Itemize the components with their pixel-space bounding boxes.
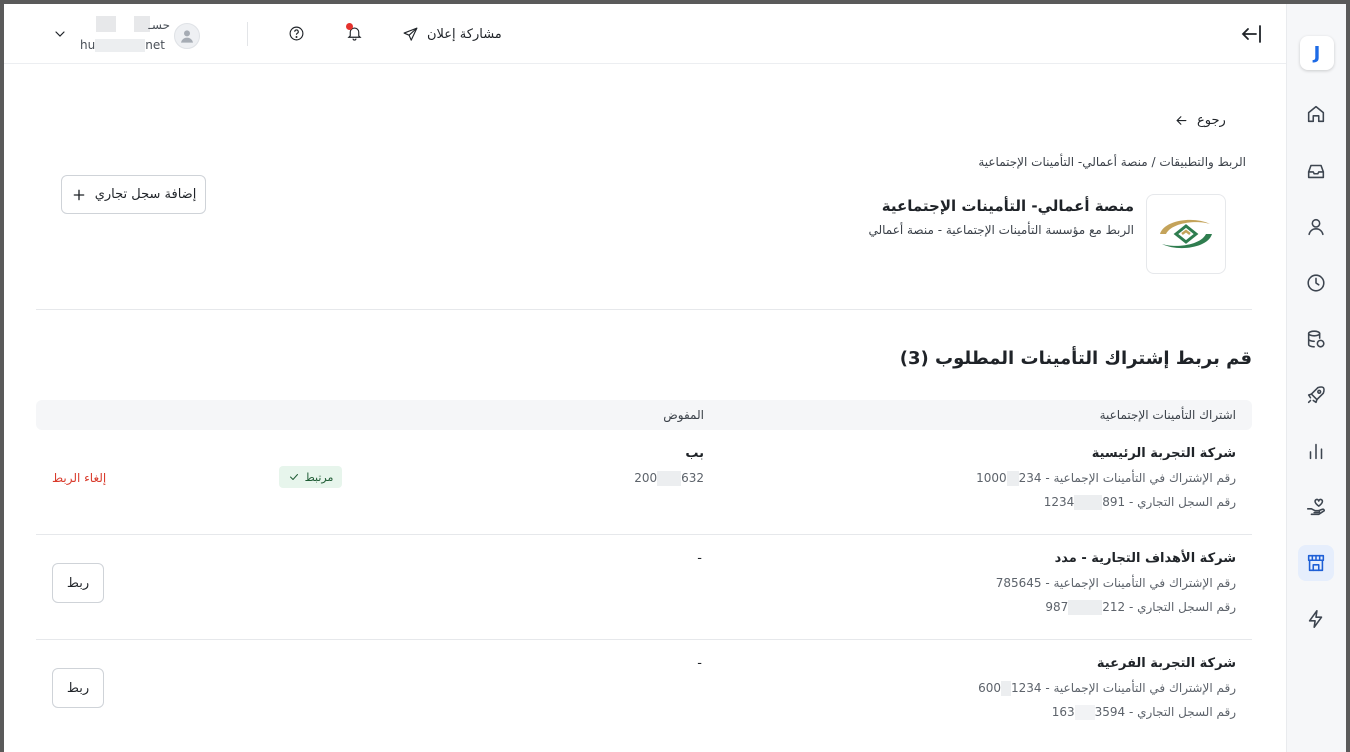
share-ad-button[interactable]: مشاركة إعلان: [402, 23, 502, 45]
table-row: شركة الأهداف التجارية - مدد رقم الإشتراك…: [36, 535, 1252, 639]
insurance-number-start: 600: [978, 681, 1001, 695]
send-icon: [403, 27, 418, 41]
clock-icon[interactable]: [1298, 265, 1334, 301]
redacted-block: [95, 39, 146, 52]
authorized-empty: -: [697, 656, 702, 671]
user-name: حسـ: [148, 18, 170, 32]
section-divider: [36, 309, 1252, 310]
insurance-number: 785645: [995, 576, 1042, 590]
authorized-empty: -: [697, 551, 702, 566]
cr-number-line: رقم السجل التجاري - 1234 891: [1044, 495, 1236, 510]
column-header-authorized: المفوض: [663, 408, 704, 422]
notification-dot: [346, 23, 353, 30]
status-label: مرتبط: [304, 470, 334, 484]
insurance-label: رقم الإشتراك في التأمينات الإجماعية -: [1041, 681, 1236, 695]
share-ad-label: مشاركة إعلان: [427, 26, 502, 42]
insurance-number-end: 234: [1018, 471, 1042, 485]
insurance-number-line: رقم الإشتراك في التأمينات الإجماعية - 78…: [996, 576, 1236, 590]
cr-number-start: 1234: [1043, 495, 1075, 509]
page-title: منصة أعمالي- التأمينات الإجتماعية: [881, 197, 1134, 215]
insurance-number-line: رقم الإشتراك في التأمينات الإجماعية - 10…: [976, 471, 1236, 486]
cr-label: رقم السجل التجاري -: [1125, 705, 1236, 719]
redacted-block: [1006, 471, 1019, 486]
status-badge: مرتبط: [279, 466, 342, 488]
add-commercial-record-button[interactable]: إضافة سجل تجاري: [61, 175, 206, 214]
cr-label: رقم السجل التجاري -: [1125, 600, 1236, 614]
insurance-number-line: رقم الإشتراك في التأمينات الإجماعية - 60…: [978, 681, 1236, 696]
gosi-logo-icon: [1146, 194, 1226, 274]
cr-number-start: 987: [1045, 600, 1069, 614]
user-icon[interactable]: [1298, 209, 1334, 245]
top-header: مشاركة إعلان حسـ hu net: [4, 4, 1286, 64]
user-menu[interactable]: حسـ hu net: [80, 16, 170, 56]
app-window: J مشاركة إعلان حسـ hu net رجوع الربط وال…: [4, 4, 1346, 752]
app-logo[interactable]: J: [1300, 36, 1334, 70]
help-icon[interactable]: [288, 25, 305, 42]
user-email-end: net: [145, 38, 165, 52]
database-icon[interactable]: [1298, 321, 1334, 357]
table-row: شركة التجربة الرئيسية رقم الإشتراك في ال…: [36, 430, 1252, 534]
app-logo-letter: J: [1313, 42, 1321, 64]
notifications-bell-icon[interactable]: [345, 23, 363, 44]
redacted-block: [657, 471, 682, 486]
authorized-id: 200 632: [634, 471, 704, 486]
table-row: شركة التجربة الفرعية رقم الإشتراك في الت…: [36, 640, 1252, 744]
add-button-label: إضافة سجل تجاري: [94, 187, 197, 202]
breadcrumb: الربط والتطبيقات / منصة أعمالي- التأمينا…: [978, 155, 1246, 169]
cr-label: رقم السجل التجاري -: [1125, 495, 1236, 509]
store-icon[interactable]: [1298, 545, 1334, 581]
insurance-label: رقم الإشتراك في التأمينات الإجماعية -: [1041, 471, 1236, 485]
authorized-id-end: 632: [681, 471, 704, 485]
redacted-block: [96, 16, 116, 32]
column-header-subscription: اشتراك التأمينات الإجتماعية: [1099, 408, 1236, 422]
cr-number-start: 163: [1051, 705, 1075, 719]
link-button[interactable]: ربط: [52, 563, 104, 603]
insurance-number-end: 1234: [1010, 681, 1042, 695]
company-name: شركة التجربة الفرعية: [1096, 656, 1236, 671]
table-header: اشتراك التأمينات الإجتماعية المفوض: [36, 400, 1252, 430]
home-icon[interactable]: [1298, 96, 1334, 132]
cr-number-end: 891: [1102, 495, 1126, 509]
section-title: قم بربط إشتراك التأمينات المطلوب (3): [899, 348, 1252, 369]
back-label: رجوع: [1197, 113, 1226, 128]
cr-number-line: رقم السجل التجاري - 987 212: [1045, 600, 1236, 615]
collapse-sidebar-icon[interactable]: [1240, 22, 1264, 46]
authorized-id-start: 200: [634, 471, 658, 485]
company-name: شركة التجربة الرئيسية: [1091, 446, 1236, 461]
user-email: hu net: [80, 38, 165, 52]
redacted-block: [1074, 495, 1103, 510]
insurance-number-start: 1000: [976, 471, 1007, 485]
authorized-name: بب: [685, 446, 704, 461]
redacted-block: [1068, 600, 1103, 615]
chart-icon[interactable]: [1298, 433, 1334, 469]
insurance-label: رقم الإشتراك في التأمينات الإجماعية -: [1041, 576, 1236, 590]
check-icon: [289, 474, 298, 480]
cr-number-end: 212: [1102, 600, 1126, 614]
sidebar: J: [1286, 4, 1346, 752]
cr-number-end: 3594: [1094, 705, 1126, 719]
company-name: شركة الأهداف التجارية - مدد: [1054, 551, 1236, 566]
redacted-block: [1000, 681, 1011, 696]
arrow-left-icon: [1176, 116, 1187, 125]
cr-number-line: رقم السجل التجاري - 163 3594: [1052, 705, 1236, 720]
unlink-button[interactable]: إلغاء الربط: [52, 471, 106, 485]
link-button[interactable]: ربط: [52, 668, 104, 708]
rocket-icon[interactable]: [1298, 377, 1334, 413]
hand-heart-icon[interactable]: [1298, 489, 1334, 525]
plus-icon: [73, 189, 85, 200]
inbox-icon[interactable]: [1298, 153, 1334, 189]
avatar-user-icon: [181, 30, 193, 43]
avatar[interactable]: [174, 23, 200, 49]
chevron-down-icon[interactable]: [52, 26, 68, 42]
redacted-block: [1074, 705, 1095, 720]
page-subtitle: الربط مع مؤسسة التأمينات الإجتماعية - من…: [868, 223, 1134, 237]
user-email-start: hu: [80, 38, 96, 52]
back-button[interactable]: رجوع: [1174, 113, 1226, 128]
header-divider: [247, 22, 248, 46]
bolt-icon[interactable]: [1298, 601, 1334, 637]
